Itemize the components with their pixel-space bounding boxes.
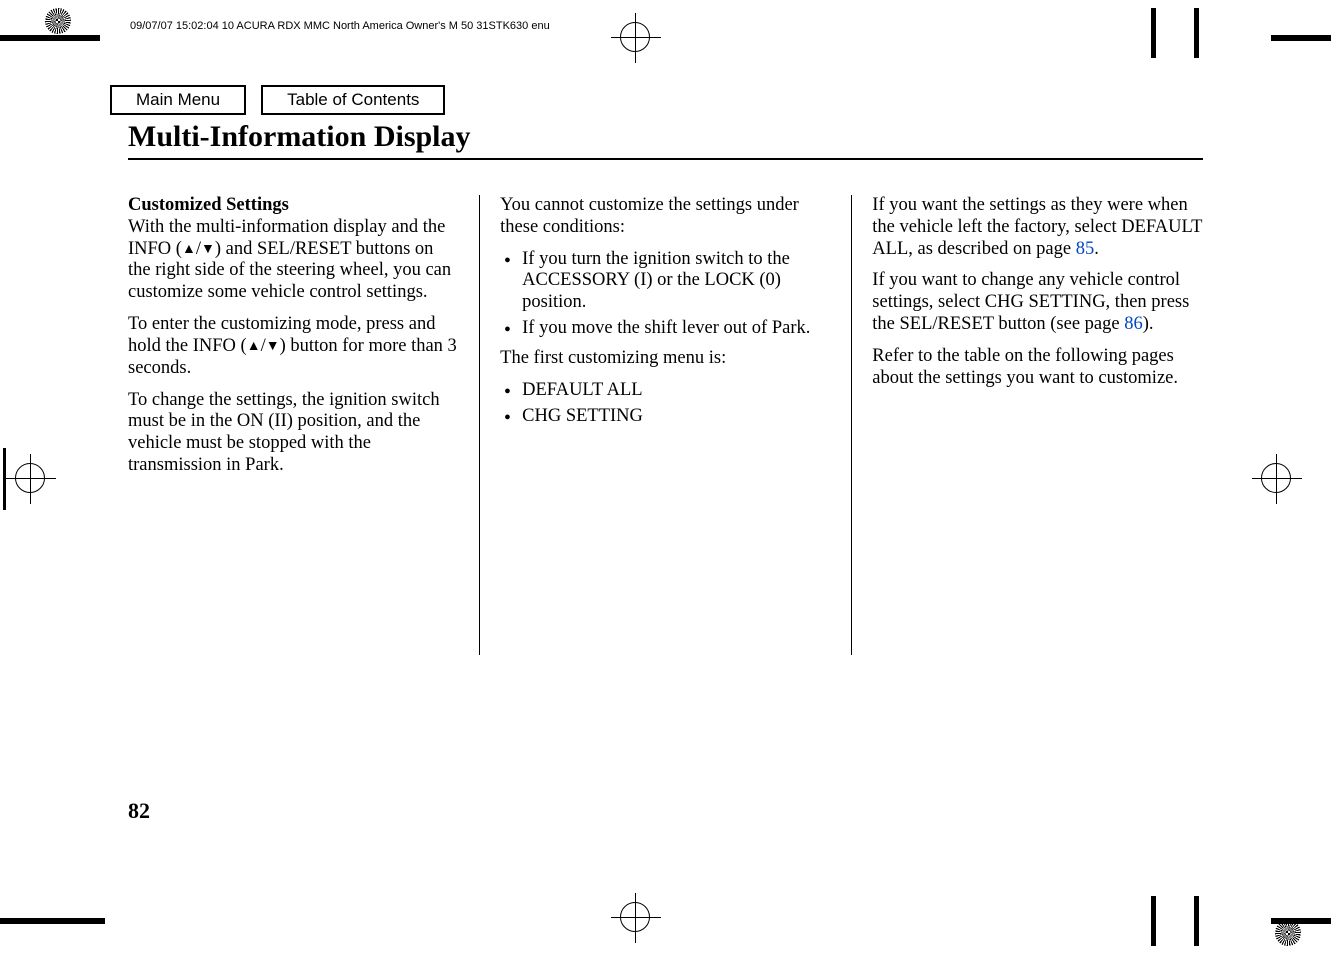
triangle-up-icon: ▲ <box>182 242 196 259</box>
column-divider <box>479 195 480 655</box>
header-metadata-text: 09/07/07 15:02:04 10 ACURA RDX MMC North… <box>130 20 550 32</box>
page-link[interactable]: 85 <box>1076 239 1095 259</box>
registration-crosshair-icon <box>620 22 650 52</box>
triangle-up-icon: ▲ <box>247 339 261 356</box>
triangle-down-icon: ▼ <box>266 339 280 356</box>
registration-crosshair-icon <box>15 463 45 493</box>
column-divider <box>851 195 852 655</box>
crop-mark <box>1194 896 1199 946</box>
paragraph: If you want the settings as they were wh… <box>872 195 1203 260</box>
body-text: ). <box>1143 314 1154 334</box>
list-item: CHG SETTING <box>500 406 831 428</box>
paragraph: If you want to change any vehicle contro… <box>872 270 1203 335</box>
body-text: . <box>1094 239 1099 259</box>
page-number: 82 <box>128 798 150 824</box>
paragraph: To enter the customizing mode, press and… <box>128 314 459 379</box>
body-columns: Customized Settings With the multi-infor… <box>128 195 1203 655</box>
column-1: Customized Settings With the multi-infor… <box>128 195 459 655</box>
bullet-list: DEFAULT ALL CHG SETTING <box>500 380 831 428</box>
body-text: If you want the settings as they were wh… <box>872 195 1202 259</box>
registration-rosette-icon <box>45 8 71 34</box>
column-2: You cannot customize the settings under … <box>500 195 831 655</box>
crop-mark <box>1151 896 1156 946</box>
paragraph: The first customizing menu is: <box>500 348 831 370</box>
paragraph: Refer to the table on the following page… <box>872 346 1203 390</box>
list-item: DEFAULT ALL <box>500 380 831 402</box>
crop-mark <box>1271 918 1331 924</box>
paragraph: You cannot customize the settings under … <box>500 195 831 239</box>
bullet-list: If you turn the ignition switch to the A… <box>500 249 831 340</box>
title-divider <box>128 158 1203 160</box>
paragraph: Customized Settings With the multi-infor… <box>128 195 459 304</box>
crop-mark <box>3 448 6 510</box>
column-3: If you want the settings as they were wh… <box>872 195 1203 655</box>
crop-mark <box>1151 8 1156 58</box>
crop-mark <box>1194 8 1199 58</box>
registration-crosshair-icon <box>1261 463 1291 493</box>
crop-mark <box>0 918 105 924</box>
list-item: If you move the shift lever out of Park. <box>500 318 831 340</box>
main-menu-button[interactable]: Main Menu <box>110 85 246 115</box>
page-link[interactable]: 86 <box>1124 314 1143 334</box>
subheading: Customized Settings <box>128 195 289 215</box>
triangle-down-icon: ▼ <box>201 242 215 259</box>
crop-mark <box>1271 35 1331 41</box>
paragraph: To change the settings, the ignition swi… <box>128 390 459 477</box>
page-title: Multi-Information Display <box>128 120 471 154</box>
list-item: If you turn the ignition switch to the A… <box>500 249 831 314</box>
nav-button-row: Main Menu Table of Contents <box>110 85 445 115</box>
table-of-contents-button[interactable]: Table of Contents <box>261 85 445 115</box>
registration-crosshair-icon <box>620 902 650 932</box>
